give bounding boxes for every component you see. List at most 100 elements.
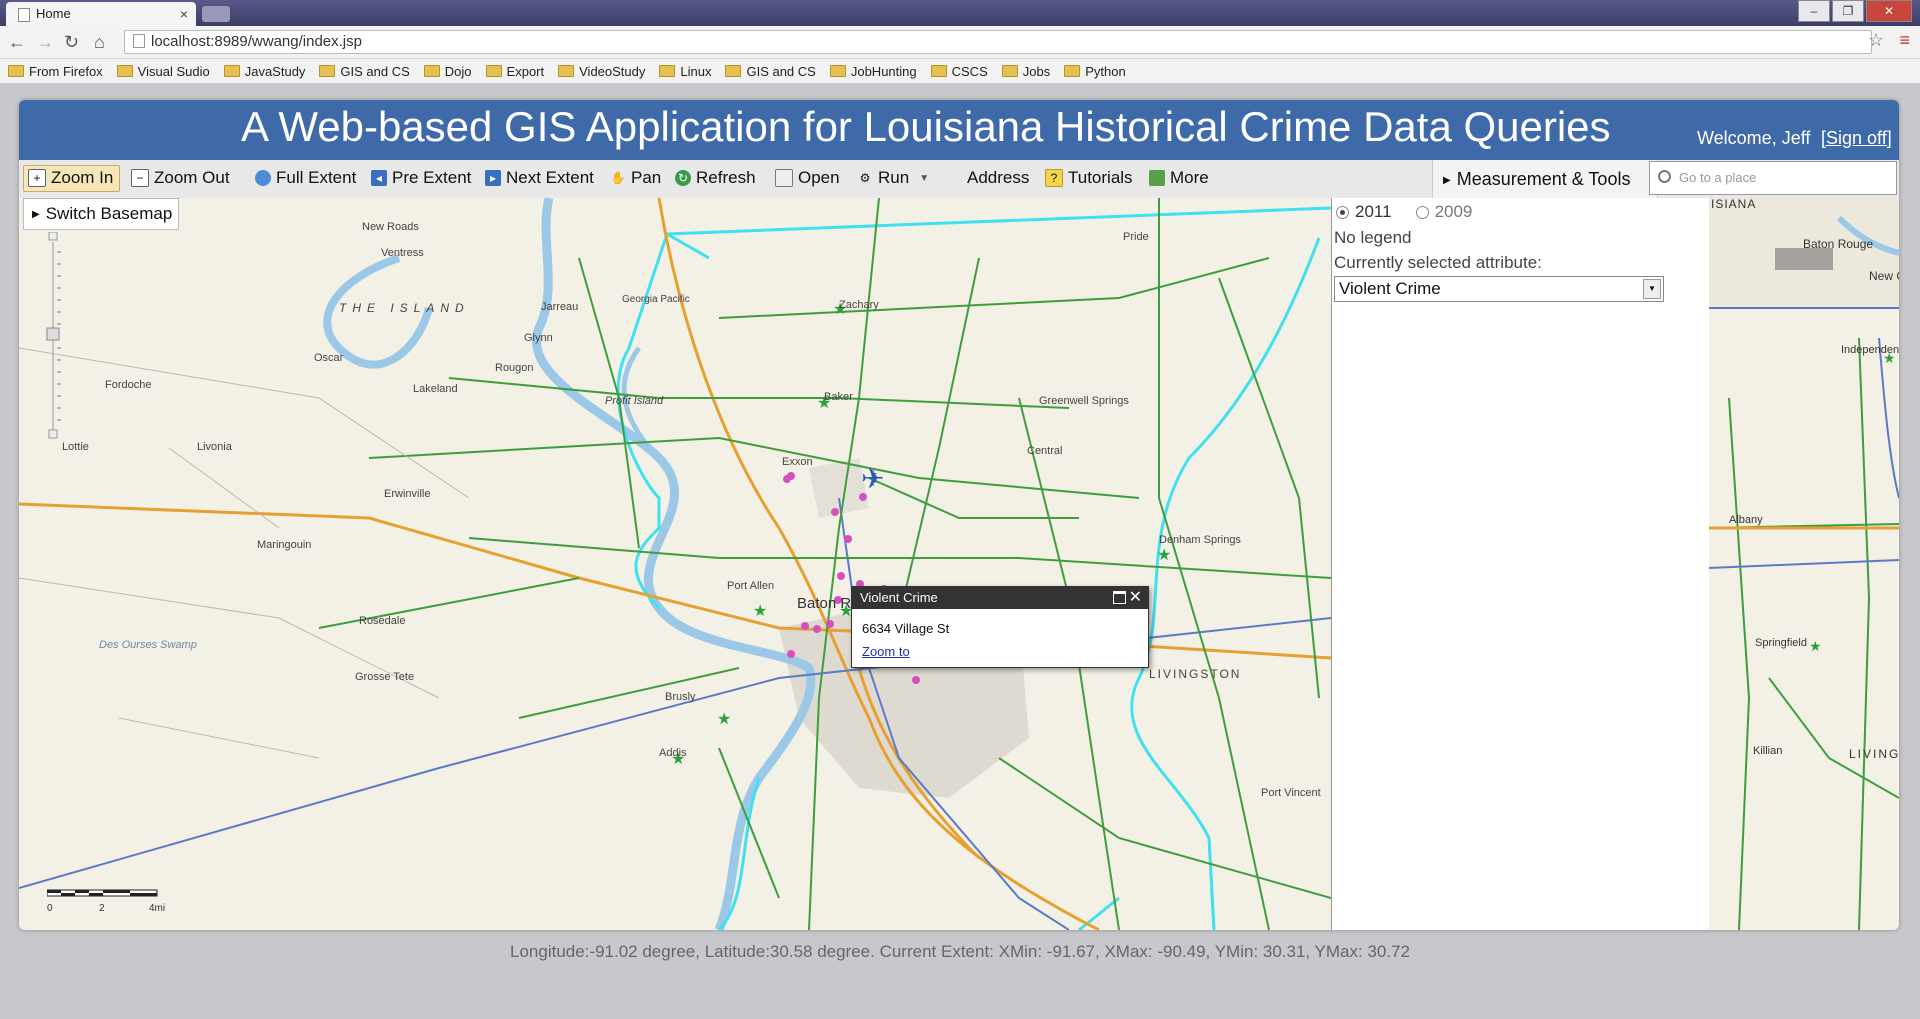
folder-icon [319,65,336,77]
crime-point [859,493,867,501]
scale-label: 4mi [149,903,166,914]
browser-tab-strip: Home × – ❐ ✕ [0,0,1920,26]
url-text: localhost:8989/wwang/index.jsp [151,33,362,50]
crime-point [801,622,809,630]
coordinate-status-bar: Longitude:-91.02 degree, Latitude:30.58 … [510,942,1410,961]
welcome-text: Welcome, Jeff [1697,128,1811,148]
minimize-button[interactable]: – [1798,0,1830,22]
sign-off-link[interactable]: [Sign off] [1821,128,1892,149]
overview-map-layer: ISIANA Baton Rouge New Orlea Independenc… [1709,198,1899,930]
zoom-to-link[interactable]: Zoom to [862,644,1148,659]
zoom-slider-track [46,231,61,439]
maximize-button[interactable]: ❐ [1832,0,1864,22]
bookmarks-bar: From Firefox Visual Sudio JavaStudy GIS … [0,59,1920,84]
globe-icon [255,170,271,186]
zoom-out-button[interactable]: − Zoom Out [131,168,230,188]
bookmark-folder[interactable]: Visual Sudio [116,64,210,79]
run-dropdown[interactable]: ⚙ Run ▼ [857,168,929,188]
bookmark-folder[interactable]: VideoStudy [558,64,645,79]
full-extent-button[interactable]: Full Extent [255,168,356,188]
scale-bar-graphic [46,889,158,897]
bookmark-folder[interactable]: From Firefox [8,64,103,79]
folder-icon [1001,65,1018,77]
next-extent-button[interactable]: ▸ Next Extent [485,168,594,188]
place-label: Des Ourses Swamp [99,639,197,651]
crime-point [813,625,821,633]
place-label: Lakeland [413,383,458,395]
bookmark-folder[interactable]: Linux [659,64,711,79]
info-popup: Violent Crime ✕ 6634 Village St Zoom to [851,586,1149,668]
place-label: Rosedale [359,615,405,627]
main-map[interactable]: ✈ ★ ★ ★ ★ ★ ★ ★ New Roads Ventress THE I… [19,198,1331,930]
address-button[interactable]: Address [967,168,1029,188]
bookmark-star-icon[interactable]: ☆ [1868,30,1884,51]
bookmark-folder[interactable]: Jobs [1001,64,1050,79]
bookmark-folder[interactable]: JobHunting [829,64,917,79]
place-search-input[interactable]: Go to a place [1649,161,1897,195]
tutorials-button[interactable]: ? Tutorials [1045,168,1133,188]
us-highway [657,198,1100,930]
basemap-layer: ✈ ★★ ★ ★ ★★ ★ New Roads Ventress THE ISL… [19,198,1331,930]
forward-icon[interactable]: → [36,32,54,53]
overview-label: ISIANA [1711,198,1756,211]
chevron-down-icon: ▼ [919,172,930,184]
place-label: Glynn [524,332,553,344]
zoom-in-button[interactable]: + Zoom In [23,165,121,192]
close-window-button[interactable]: ✕ [1866,0,1912,22]
bookmark-folder[interactable]: GIS and CS [319,64,410,79]
star-icon: ★ [717,709,731,728]
place-label: Port Vincent [1261,787,1321,799]
folder-icon [485,65,502,77]
search-icon [1658,170,1671,183]
folder-icon [223,65,240,77]
place-label: Baker [824,391,853,403]
year-2011-radio[interactable]: 2011 [1336,202,1392,222]
crime-point [831,508,839,516]
place-label: Exxon [782,456,813,468]
reload-icon[interactable]: ↻ [64,32,79,53]
overview-map[interactable]: ISIANA Baton Rouge New Orlea Independenc… [1709,198,1899,930]
popup-header: Violent Crime ✕ [852,587,1148,609]
window-controls: – ❐ ✕ [1796,0,1912,22]
star-icon: ★ [1883,351,1896,367]
zoom-slider[interactable] [45,231,61,442]
switch-basemap-button[interactable]: ▶ Switch Basemap [23,198,179,230]
attribute-value: Violent Crime [1339,279,1441,298]
pan-button[interactable]: ✋ Pan [610,168,662,188]
bookmark-folder[interactable]: CSCS [930,64,988,79]
tab-title: Home [36,6,71,21]
bookmark-folder[interactable]: Export [485,64,544,79]
crime-point [844,535,852,543]
open-button[interactable]: Open [775,168,840,188]
close-icon[interactable]: ✕ [1129,587,1142,609]
bookmark-folder[interactable]: Python [1064,64,1126,79]
overview-label: Killian [1753,745,1782,757]
refresh-button[interactable]: ↻ Refresh [675,168,756,188]
attribute-select[interactable]: Violent Crime ▼ [1334,276,1664,302]
crime-point [826,620,834,628]
measurement-tools-toggle[interactable]: ▶ Measurement & Tools [1432,160,1658,198]
tab-close-icon[interactable]: × [180,2,188,26]
legend-panel: 2011 2009 No legend Currently selected a… [1331,198,1711,930]
bookmark-folder[interactable]: GIS and CS [725,64,816,79]
chevron-down-icon[interactable]: ▼ [1643,279,1661,299]
zoom-out-icon: − [131,169,149,187]
back-icon[interactable]: ← [8,32,26,53]
refresh-icon: ↻ [675,170,691,186]
bookmark-folder[interactable]: JavaStudy [223,64,305,79]
menu-icon[interactable]: ≡ [1899,30,1910,51]
year-2009-radio[interactable]: 2009 [1415,202,1472,222]
folder-icon [116,65,133,77]
folder-icon [8,65,24,77]
pre-extent-button[interactable]: ◂ Pre Extent [371,168,471,188]
local-roads [19,347,470,759]
more-button[interactable]: More [1149,168,1209,188]
radio-selected-icon [1336,205,1349,219]
new-tab-button[interactable] [202,6,230,22]
bookmark-folder[interactable]: Dojo [423,64,472,79]
home-icon[interactable]: ⌂ [94,32,105,53]
parish-boundary [616,206,1331,930]
maximize-icon[interactable] [1113,591,1126,604]
address-bar[interactable]: localhost:8989/wwang/index.jsp [124,30,1872,54]
browser-tab[interactable]: Home × [6,2,196,26]
